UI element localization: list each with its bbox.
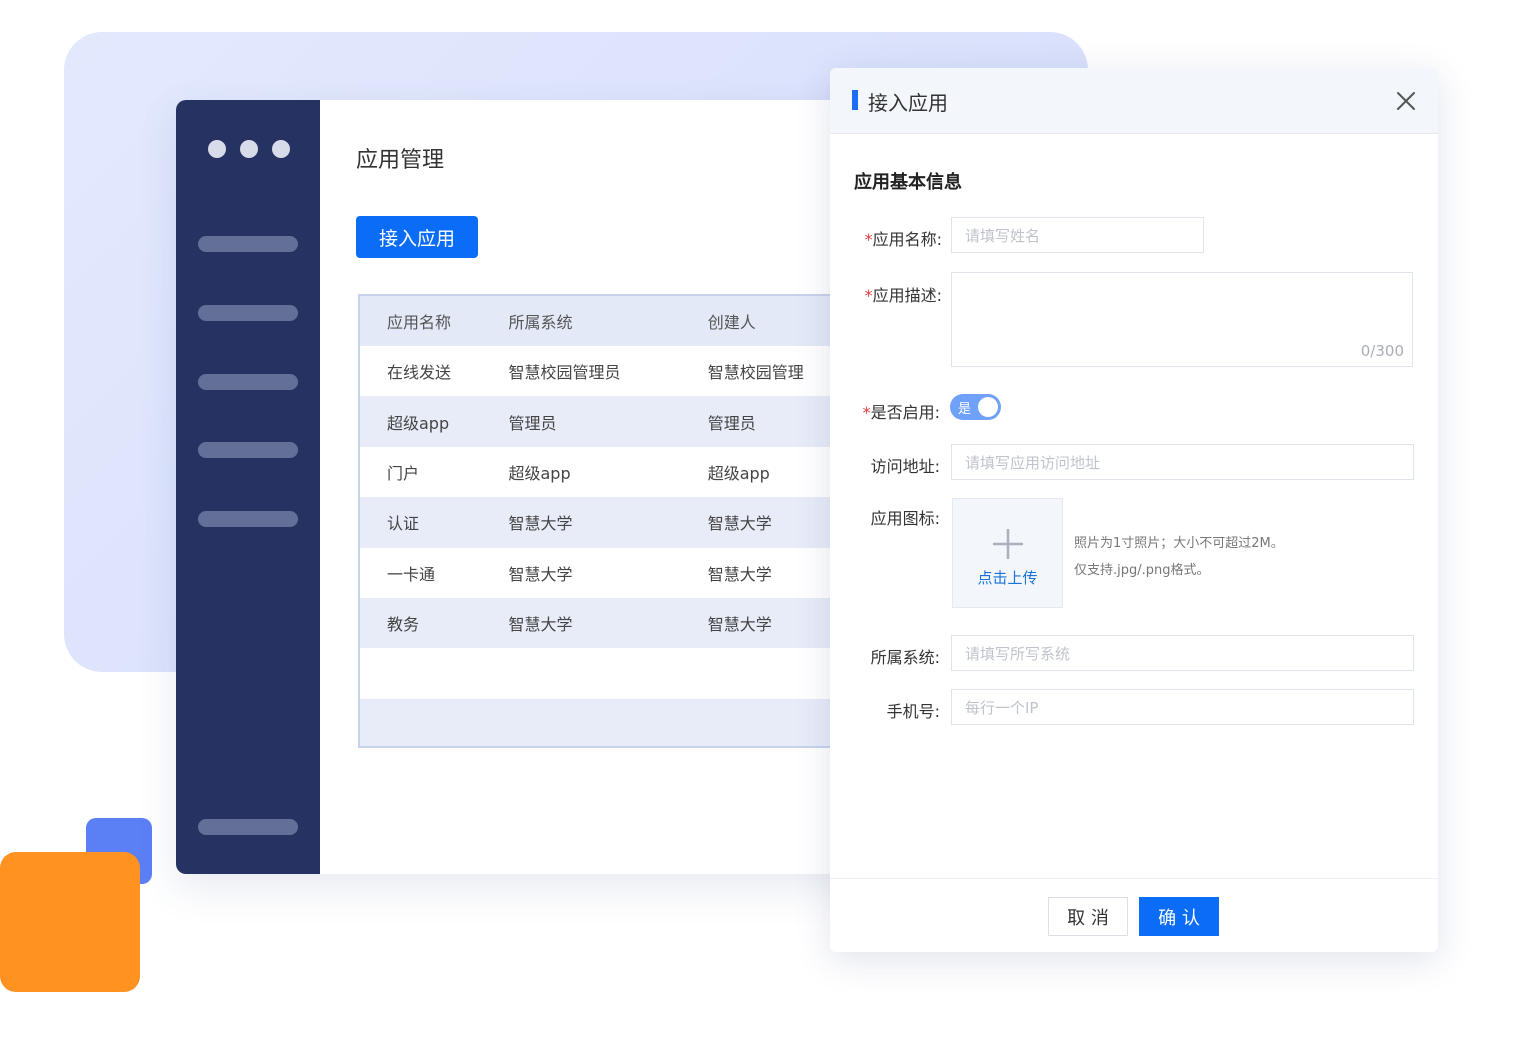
plus-icon [993, 529, 1023, 559]
description-label-text: 应用描述: [872, 286, 942, 305]
table-row[interactable]: 教务 智慧大学 智慧大学 [360, 597, 876, 649]
sidebar-item-3[interactable] [198, 374, 298, 390]
upload-hint-line1: 照片为1寸照片；大小不可超过2M。 [1074, 536, 1284, 551]
table-cell: 一卡通 [387, 564, 436, 584]
stage: 应用管理 接入应用 应用名称 所属系统 创建人 在线发送 智慧校园管理员 智慧校… [0, 0, 1516, 1038]
confirm-button[interactable]: 确 认 [1139, 897, 1219, 936]
title-accent-bar [852, 90, 858, 110]
table-cell: 在线发送 [387, 363, 452, 383]
url-input[interactable]: 请填写应用访问地址 [951, 444, 1414, 480]
sidebar-item-bottom[interactable] [198, 819, 298, 835]
required-mark: * [862, 403, 871, 422]
table-cell: 智慧大学 [508, 514, 573, 534]
sidebar-item-2[interactable] [198, 305, 298, 321]
table-cell: 智慧校园管理员 [508, 363, 621, 383]
table-row[interactable]: 超级app 管理员 管理员 [360, 396, 876, 447]
upload-text: 点击上传 [977, 569, 1038, 587]
decor-orange-square [0, 852, 140, 992]
add-app-button[interactable]: 接入应用 [356, 216, 478, 258]
system-placeholder: 请填写所写系统 [965, 644, 1071, 663]
sidebar-item-5[interactable] [198, 511, 298, 527]
table-row[interactable]: 门户 超级app 超级app [360, 447, 876, 497]
app-table: 应用名称 所属系统 创建人 在线发送 智慧校园管理员 智慧校园管理 超级app … [358, 294, 876, 748]
url-placeholder: 请填写应用访问地址 [965, 453, 1101, 472]
toggle-knob [978, 397, 998, 417]
app-name-placeholder: 请填写姓名 [965, 226, 1041, 245]
main-content: 应用管理 接入应用 应用名称 所属系统 创建人 在线发送 智慧校园管理员 智慧校… [320, 100, 876, 874]
dialog-footer: 取 消 确 认 [830, 878, 1438, 952]
window-dot-1[interactable] [208, 140, 226, 158]
window-dot-3[interactable] [272, 140, 290, 158]
page-title: 应用管理 [356, 148, 445, 173]
system-input[interactable]: 请填写所写系统 [951, 635, 1414, 671]
section-title: 应用基本信息 [854, 172, 962, 193]
enabled-label: *是否启用: [830, 399, 940, 423]
table-cell: 超级app [508, 463, 571, 483]
column-header: 应用名称 [387, 313, 452, 332]
dialog-header: 接入应用 [830, 68, 1438, 134]
table-row[interactable]: 在线发送 智慧校园管理员 智慧校园管理 [360, 346, 876, 396]
table-cell: 管理员 [508, 413, 557, 433]
dialog-title: 接入应用 [868, 91, 948, 115]
sidebar-item-4[interactable] [198, 442, 298, 458]
system-label: 所属系统: [870, 648, 940, 667]
toggle-text: 是 [958, 402, 972, 417]
sidebar-item-1[interactable] [198, 236, 298, 252]
table-cell: 超级app [387, 413, 450, 433]
table-cell: 智慧大学 [508, 615, 573, 635]
app-name-input[interactable]: 请填写姓名 [951, 217, 1204, 253]
url-label: 访问地址: [870, 457, 940, 476]
description-label: *应用描述: [832, 282, 942, 306]
enabled-toggle[interactable]: 是 [950, 394, 1001, 420]
required-mark: * [864, 230, 873, 249]
icon-upload-box[interactable]: 点击上传 [952, 498, 1063, 608]
add-app-dialog: 接入应用 应用基本信息 *应用名称: 请填写姓名 *应用描述: 0/300 *是… [830, 68, 1438, 952]
table-row-empty [360, 648, 876, 698]
table-header: 应用名称 所属系统 创建人 [360, 296, 876, 346]
name-label: *应用名称: [832, 226, 942, 250]
close-icon[interactable] [1394, 89, 1418, 113]
icon-label: 应用图标: [870, 509, 940, 528]
upload-hint-line2: 仅支持.jpg/.png格式。 [1074, 563, 1210, 578]
description-textarea[interactable]: 0/300 [951, 272, 1413, 367]
window-controls [208, 140, 290, 158]
column-header: 所属系统 [508, 313, 573, 332]
table-row[interactable]: 认证 智慧大学 智慧大学 [360, 497, 876, 548]
phone-label: 手机号: [886, 702, 940, 721]
table-cell: 门户 [387, 463, 420, 483]
app-window: 应用管理 接入应用 应用名称 所属系统 创建人 在线发送 智慧校园管理员 智慧校… [176, 100, 876, 874]
table-cell: 教务 [387, 615, 420, 635]
table-row[interactable]: 一卡通 智慧大学 智慧大学 [360, 548, 876, 598]
table-cell: 认证 [387, 514, 420, 534]
name-label-text: 应用名称: [872, 230, 942, 249]
table-cell: 智慧大学 [508, 564, 573, 584]
table-row-empty [360, 698, 876, 746]
char-counter: 0/300 [1360, 342, 1404, 360]
required-mark: * [864, 286, 873, 305]
sidebar [176, 100, 320, 874]
enabled-label-text: 是否启用: [870, 403, 940, 422]
window-dot-2[interactable] [240, 140, 258, 158]
phone-input[interactable]: 每行一个IP [951, 689, 1414, 725]
cancel-button[interactable]: 取 消 [1048, 897, 1128, 936]
phone-placeholder: 每行一个IP [965, 698, 1039, 717]
